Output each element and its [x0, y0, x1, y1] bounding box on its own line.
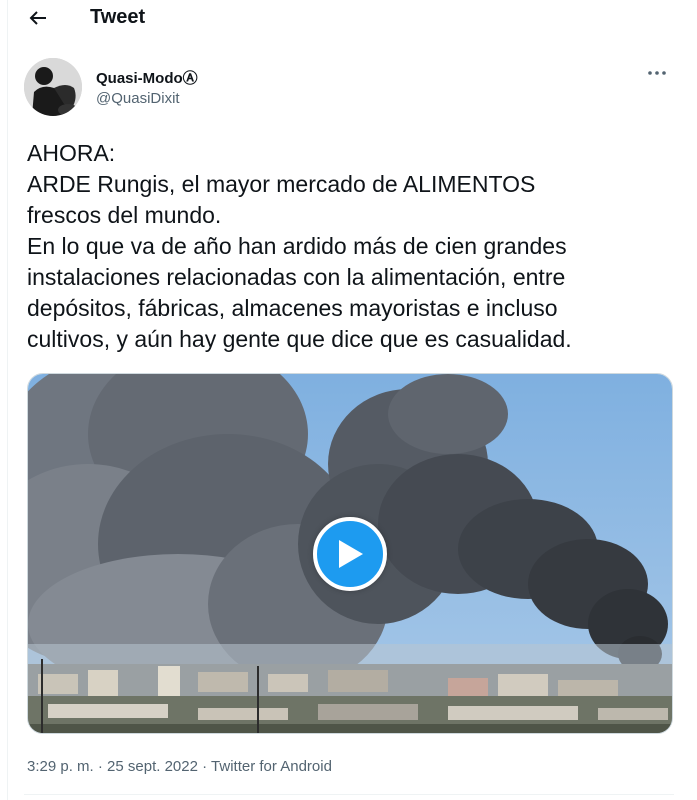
avatar-image — [24, 58, 82, 116]
author-handle[interactable]: @QuasiDixit — [96, 90, 180, 107]
tweet-text-line: En lo que va de año han ardido más de ci… — [27, 233, 567, 259]
tweet-metadata: 3:29 p. m. · 25 sept. 2022 · Twitter for… — [27, 758, 332, 775]
divider — [24, 794, 674, 795]
tweet-text-line: AHORA: — [27, 140, 116, 166]
tweet-text-line: depósitos, fábricas, almacenes mayorista… — [27, 295, 558, 321]
tweet-text-line: cultivos, y aún hay gente que dice que e… — [27, 326, 572, 352]
video-player[interactable] — [27, 373, 673, 734]
tweet-text-line: ARDE Rungis, el mayor mercado de ALIMENT… — [27, 171, 536, 197]
more-horizontal-icon — [648, 71, 666, 75]
tweet-time[interactable]: 3:29 p. m. — [27, 758, 94, 775]
back-button[interactable] — [22, 4, 54, 32]
column-border — [7, 0, 8, 800]
page-title: Tweet — [90, 6, 146, 28]
tweet-date[interactable]: 25 sept. 2022 — [107, 758, 198, 775]
avatar[interactable] — [24, 58, 82, 116]
tweet-source[interactable]: Twitter for Android — [211, 758, 332, 775]
arrow-left-icon — [29, 11, 46, 25]
play-icon — [339, 540, 363, 568]
play-button[interactable] — [313, 517, 387, 591]
top-bar: Tweet — [0, 0, 697, 36]
author-display-name[interactable]: Quasi-ModoⒶ — [96, 67, 198, 88]
tweet-author: Quasi-ModoⒶ @QuasiDixit — [24, 58, 674, 118]
more-options-button[interactable] — [644, 62, 670, 84]
meta-separator: · — [97, 758, 103, 775]
tweet-text-line: instalaciones relacionadas con la alimen… — [27, 264, 566, 290]
tweet-text: AHORA: ARDE Rungis, el mayor mercado de … — [27, 138, 677, 355]
tweet-text-line: frescos del mundo. — [27, 202, 222, 228]
meta-separator: · — [202, 758, 208, 775]
